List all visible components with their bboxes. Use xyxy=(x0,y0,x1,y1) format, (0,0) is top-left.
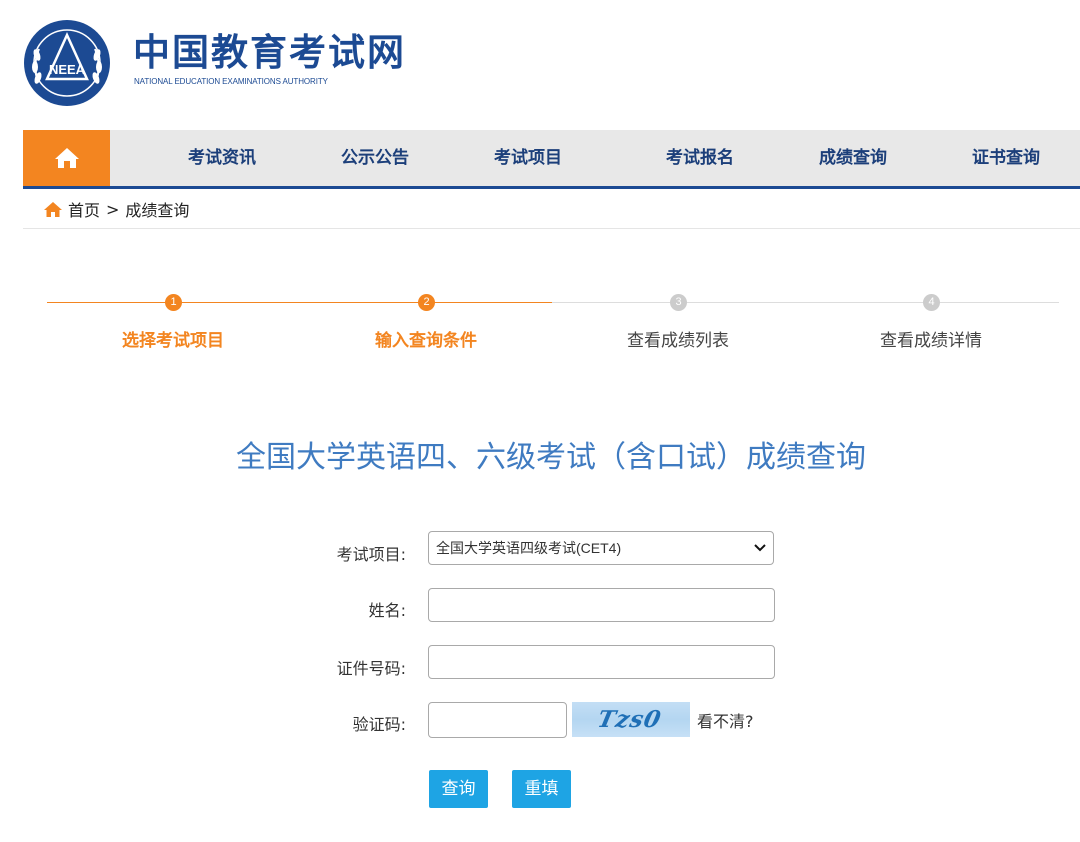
reset-button[interactable]: 重填 xyxy=(512,770,571,808)
captcha-refresh-link[interactable]: 看不清? xyxy=(697,708,754,732)
nav-item-exam-projects[interactable]: 考试项目 xyxy=(494,130,562,186)
exam-project-label: 考试项目: xyxy=(336,545,406,564)
id-number-input[interactable] xyxy=(428,645,775,679)
captcha-label: 验证码: xyxy=(352,715,406,734)
site-title[interactable]: 中国教育考试网 xyxy=(133,33,406,73)
submit-query-button[interactable]: 查询 xyxy=(429,770,488,808)
exam-project-selected-value: 全国大学英语四级考试(CET4) xyxy=(436,540,622,556)
exam-project-select[interactable]: 全国大学英语四级考试(CET4) xyxy=(428,531,774,565)
nav-home-button[interactable] xyxy=(23,130,110,186)
captcha-image-text: Tzs0 xyxy=(595,706,665,733)
breadcrumb-separator: > xyxy=(106,199,120,219)
nav-item-exam-news[interactable]: 考试资讯 xyxy=(188,130,256,186)
name-label: 姓名: xyxy=(368,601,406,620)
breadcrumb-home-link[interactable]: 首页 xyxy=(68,197,100,221)
breadcrumb-home-icon xyxy=(43,201,63,218)
nav-item-score-query[interactable]: 成绩查询 xyxy=(819,130,887,186)
home-icon xyxy=(54,148,79,168)
step-1-label: 选择考试项目 xyxy=(122,331,224,351)
nav-item-announcements[interactable]: 公示公告 xyxy=(341,130,409,186)
step-2-number: 2 xyxy=(418,294,435,311)
id-number-label: 证件号码: xyxy=(336,659,406,678)
main-nav: 考试资讯 公示公告 考试项目 考试报名 成绩查询 证书查询 xyxy=(23,130,1080,189)
emblem-text: NEEA xyxy=(49,62,86,77)
site-subtitle: NATIONAL EDUCATION EXAMINATIONS AUTHORIT… xyxy=(134,77,328,86)
nav-item-certificate-query[interactable]: 证书查询 xyxy=(972,130,1040,186)
nav-item-exam-registration[interactable]: 考试报名 xyxy=(666,130,734,186)
step-4-label: 查看成绩详情 xyxy=(880,331,982,351)
captcha-input[interactable] xyxy=(428,702,567,738)
breadcrumb-divider xyxy=(23,228,1080,229)
query-page-title: 全国大学英语四、六级考试（含口试）成绩查询 xyxy=(236,440,866,475)
name-input[interactable] xyxy=(428,588,775,622)
neea-emblem-logo[interactable]: NEEA xyxy=(23,19,111,107)
step-3-label: 查看成绩列表 xyxy=(627,331,729,351)
step-line-completed xyxy=(47,302,552,303)
step-3-number: 3 xyxy=(670,294,687,311)
step-line-pending xyxy=(552,302,1059,303)
captcha-image[interactable]: Tzs0 xyxy=(572,702,690,737)
breadcrumb-current: 成绩查询 xyxy=(125,201,190,220)
chevron-down-icon xyxy=(754,544,766,552)
breadcrumb: 首页 > 成绩查询 xyxy=(43,197,189,221)
step-1-number: 1 xyxy=(165,294,182,311)
step-4-number: 4 xyxy=(923,294,940,311)
step-2-label: 输入查询条件 xyxy=(375,331,477,351)
